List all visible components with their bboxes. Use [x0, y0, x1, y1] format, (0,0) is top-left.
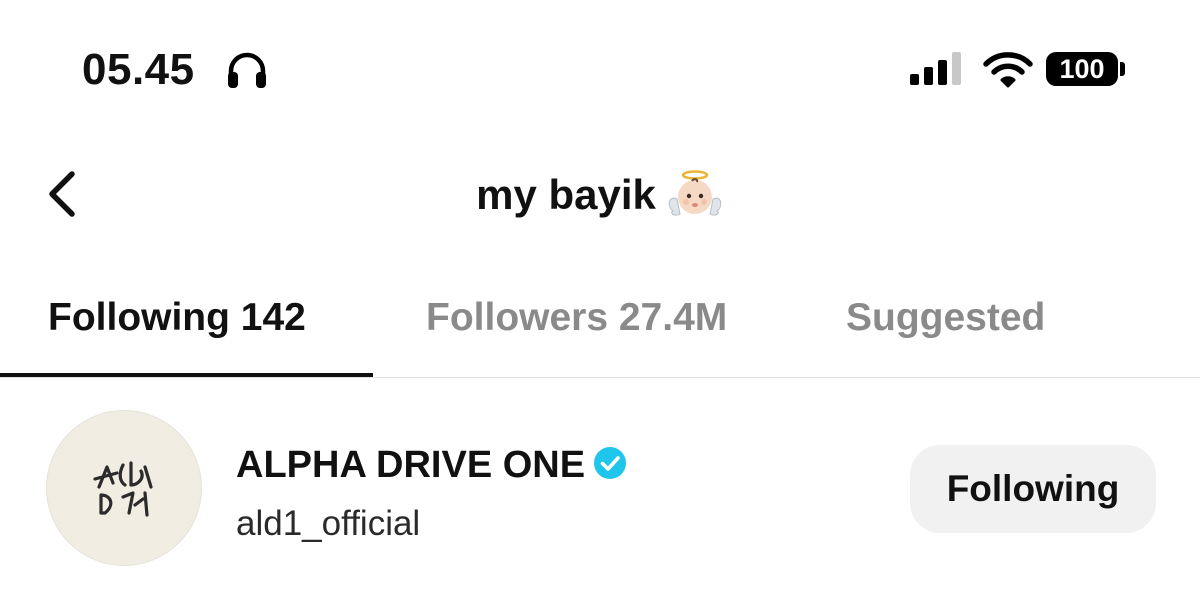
verified-badge-icon — [594, 446, 627, 479]
tabs-divider — [0, 377, 1200, 378]
avatar[interactable] — [46, 410, 202, 566]
status-time: 05.45 — [82, 45, 195, 94]
ald1-logo-icon — [93, 461, 153, 517]
tab-following[interactable]: Following 142 — [48, 294, 306, 342]
account-name-text[interactable]: ALPHA DRIVE ONE — [236, 444, 585, 486]
battery-cap — [1120, 62, 1125, 76]
headphones-icon — [228, 52, 266, 88]
account-name[interactable]: ALPHA DRIVE ONE — [236, 442, 627, 488]
tab-followers[interactable]: Followers 27.4M — [426, 294, 727, 342]
tab-suggested[interactable]: Suggested — [846, 294, 1045, 342]
cellular-signal-icon — [910, 52, 961, 85]
battery-indicator: 100 — [1046, 52, 1118, 86]
wifi-icon — [983, 52, 1033, 88]
baby-angel-emoji — [668, 170, 722, 216]
page-title-text: my bayik — [476, 171, 656, 218]
account-handle[interactable]: ald1_official — [236, 502, 420, 546]
following-list-screen: 05.45 100 my bayik Following 142 Followe… — [0, 0, 1200, 600]
battery-level: 100 — [1059, 54, 1105, 84]
following-button[interactable]: Following — [910, 445, 1156, 533]
page-title: my bayik — [0, 170, 1200, 220]
